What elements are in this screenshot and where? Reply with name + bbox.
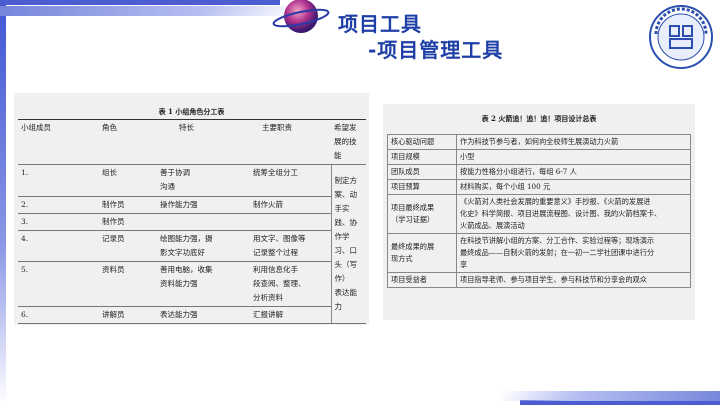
member-cell: 2. xyxy=(18,196,82,214)
bottom-right-decoration xyxy=(500,371,720,405)
skill-cell: 善用电脑，收集 资料能力强 xyxy=(157,261,250,307)
role-cell: 资料员 xyxy=(82,261,157,307)
row-label: 项目受益者 xyxy=(387,272,457,288)
role-cell: 制作员 xyxy=(82,196,157,214)
table-row: 团队成员 按能力性格分小组进行，每组 6-7 人 xyxy=(387,164,691,180)
table-row: 最终成果的展 现方式 在科技节讲解小组的方案、分工合作、实验过程等；现场演示 最… xyxy=(387,233,691,273)
duty-cell: 制作火箭 xyxy=(250,196,331,214)
member-cell: 5. xyxy=(18,261,82,307)
duty-cell: 用文字、图像等 记录整个过程 xyxy=(250,230,331,262)
project-design-table: 核心驱动问题 作为科技节参与者，如何向全校师生展演动力火箭 项目规模 小型 团队… xyxy=(387,134,691,288)
table1-header-row: 小组成员 角色 特长 主要职责 希望发展的技能 xyxy=(18,119,366,165)
table-row: 项目最终成果 （学习证据） 《火箭对人类社会发展的重要意义》手抄报、《火箭的发展… xyxy=(387,194,691,234)
table-row: 6. 讲解员 表达能力强 汇报讲解 xyxy=(18,306,366,324)
row-label: 团队成员 xyxy=(387,164,457,180)
table-row: 2. 制作员 操作能力强 制作火箭 xyxy=(18,196,366,214)
table-row: 3. 制作员 xyxy=(18,213,366,231)
table1-header: 角色 xyxy=(82,119,157,165)
skill-cell xyxy=(157,213,250,231)
skill-cell: 操作能力强 xyxy=(157,196,250,214)
row-value: 按能力性格分小组进行，每组 6-7 人 xyxy=(456,164,691,180)
table1-header: 希望发展的技能 xyxy=(331,119,366,165)
row-value: 在科技节讲解小组的方案、分工合作、实验过程等；现场演示 最终成品——自制火箭的发… xyxy=(456,233,691,273)
member-cell: 1. xyxy=(18,164,82,197)
row-value: 材料购买，每个小组 100 元 xyxy=(456,179,691,195)
row-label: 项目最终成果 （学习证据） xyxy=(387,194,457,234)
member-cell: 3. xyxy=(18,213,82,231)
table-row: 4. 记录员 绘图能力强，摄 影文字功底好 用文字、图像等 记录整个过程 xyxy=(18,230,366,262)
row-value: 《火箭对人类社会发展的重要意义》手抄报、《火箭的发展进 化史》科学简报、项目进展… xyxy=(456,194,691,234)
table-row: 1. 组长 善于协调 沟通 统筹全组分工 制定方案、动手实 践、协作学 习、口头… xyxy=(18,164,366,324)
member-cell: 6. xyxy=(18,306,82,324)
page-subtitle: -项目管理工具 xyxy=(368,38,504,62)
planet-icon xyxy=(272,0,330,33)
row-label: 核心驱动问题 xyxy=(387,134,457,150)
table-row: 项目受益者 项目指导老师、参与项目学生、参与科技节和分享会的观众 xyxy=(387,272,691,288)
project-design-panel: 表 2 火箭追！追！追！项目设计总表 核心驱动问题 作为科技节参与者，如何向全校… xyxy=(383,104,695,320)
skill-cell: 绘图能力强，摄 影文字功底好 xyxy=(157,230,250,262)
duty-cell: 统筹全组分工 xyxy=(250,164,331,197)
role-table-panel: 表 1 小组角色分工表 小组成员 角色 特长 主要职责 希望发展的技能 1. 组… xyxy=(14,93,369,325)
row-value: 作为科技节参与者，如何向全校师生展演动力火箭 xyxy=(456,134,691,150)
duty-cell xyxy=(250,213,331,231)
role-cell: 组长 xyxy=(82,164,157,197)
row-value: 小型 xyxy=(456,149,691,165)
hope-cell: 制定方案、动手实 践、协作学 习、口头（写作） 表达能力 xyxy=(330,164,366,324)
row-value: 项目指导老师、参与项目学生、参与科技节和分享会的观众 xyxy=(456,272,691,288)
slide: 项目工具 -项目管理工具 表 1 小组角色分工表 小组成员 角色 特长 主要职责… xyxy=(0,0,720,405)
duty-cell: 利用信息化手 段查阅、整理、 分析资料 xyxy=(250,261,331,307)
table-row: 5. 资料员 善用电脑，收集 资料能力强 利用信息化手 段查阅、整理、 分析资料 xyxy=(18,261,366,307)
duty-cell: 汇报讲解 xyxy=(250,306,331,324)
role-cell: 讲解员 xyxy=(82,306,157,324)
role-cell: 记录员 xyxy=(82,230,157,262)
table1-header: 特长 xyxy=(157,119,250,165)
row-label: 项目规模 xyxy=(387,149,457,165)
left-accent-bar xyxy=(0,0,6,405)
skill-cell: 表达能力强 xyxy=(157,306,250,324)
row-label: 项目预算 xyxy=(387,179,457,195)
top-left-decoration xyxy=(0,0,300,44)
table1-caption: 表 1 小组角色分工表 xyxy=(158,107,225,116)
school-logo-icon xyxy=(649,5,713,69)
table-row: 项目预算 材料购买，每个小组 100 元 xyxy=(387,179,691,195)
role-cell: 制作员 xyxy=(82,213,157,231)
page-title: 项目工具 xyxy=(338,12,422,36)
table1-header: 小组成员 xyxy=(18,119,82,165)
table-row: 项目规模 小型 xyxy=(387,149,691,165)
skill-cell: 善于协调 沟通 xyxy=(157,164,250,197)
table2-caption: 表 2 火箭追！追！追！项目设计总表 xyxy=(481,114,597,123)
role-table: 小组成员 角色 特长 主要职责 希望发展的技能 1. 组长 善于协调 沟通 统筹… xyxy=(18,119,366,324)
row-label: 最终成果的展 现方式 xyxy=(387,233,457,273)
table1-header: 主要职责 xyxy=(250,119,331,165)
table-row: 核心驱动问题 作为科技节参与者，如何向全校师生展演动力火箭 xyxy=(387,134,691,150)
member-cell: 4. xyxy=(18,230,82,262)
